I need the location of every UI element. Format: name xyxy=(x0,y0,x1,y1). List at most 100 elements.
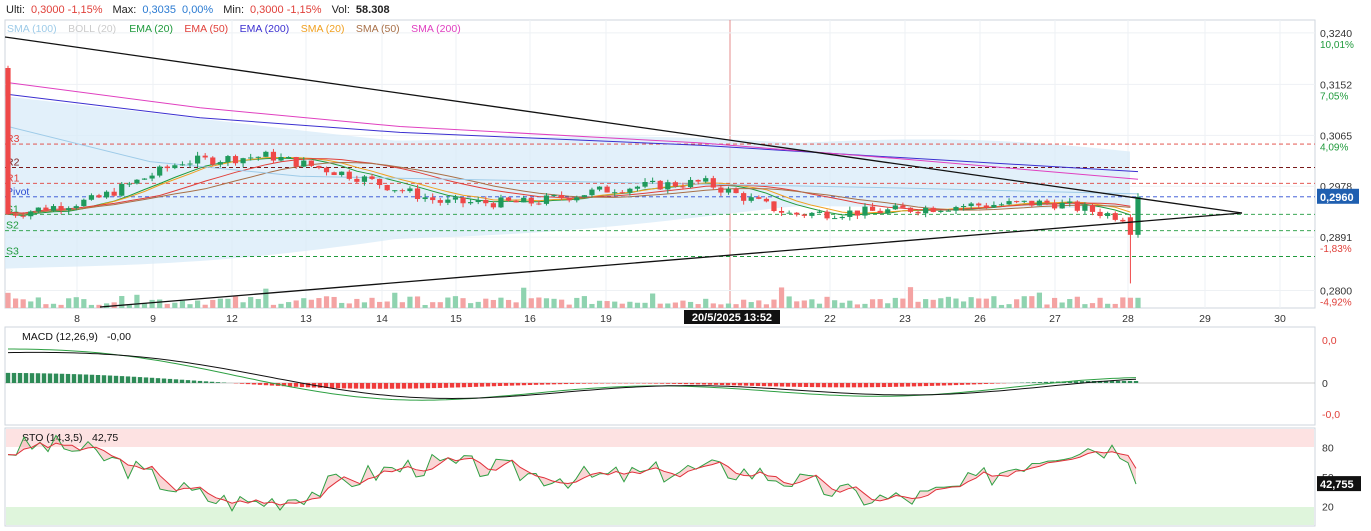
candle-body xyxy=(854,210,860,216)
volume-bar xyxy=(505,299,512,308)
crosshair-label: 20/5/2025 13:52 xyxy=(692,312,772,324)
stock-chart[interactable]: R3R2R1PivotS1S2S3 SMA (100) BOLL (20) EMA … xyxy=(0,0,1371,531)
macd-histogram-bar xyxy=(833,383,839,388)
volume-bar xyxy=(5,292,11,308)
candle-body xyxy=(50,206,57,211)
candle-body xyxy=(316,165,322,168)
candle-body xyxy=(824,211,830,219)
candle-body xyxy=(900,205,906,208)
volume-bar xyxy=(741,299,747,308)
volume-bar xyxy=(854,304,860,308)
volume-bar xyxy=(847,300,853,308)
volume-bar xyxy=(407,296,413,308)
volume-bar xyxy=(179,300,186,308)
candle-body xyxy=(1082,205,1088,211)
volume-bar xyxy=(1014,299,1020,308)
macd-histogram-bar xyxy=(1127,380,1133,383)
macd-histogram-bar xyxy=(185,380,191,383)
volume-bar xyxy=(718,304,724,308)
macd-histogram-bar xyxy=(713,383,719,385)
macd-histogram-bar xyxy=(695,383,701,385)
volume-bar xyxy=(483,298,489,308)
candle-body xyxy=(1044,200,1050,203)
volume-bar xyxy=(695,304,701,308)
candle-body xyxy=(263,151,269,157)
candle-body xyxy=(513,200,519,203)
macd-histogram-bar xyxy=(437,383,443,388)
macd-histogram-bar xyxy=(203,381,209,383)
volume-bar xyxy=(619,303,625,308)
legend-item: EMA (20) xyxy=(129,23,173,35)
pivot-label: S3 xyxy=(6,245,19,257)
candle-body xyxy=(877,210,883,214)
macd-histogram-bar xyxy=(539,383,545,385)
candle-body xyxy=(998,204,1005,206)
macd-histogram-bar xyxy=(509,383,515,386)
volume-bar xyxy=(786,296,792,308)
volume-bar xyxy=(687,301,694,308)
candle-body xyxy=(1120,219,1126,222)
macd-histogram-bar xyxy=(59,373,65,383)
macd-histogram-bar xyxy=(29,373,35,383)
macd-histogram-bar xyxy=(701,383,707,385)
macd-histogram-bar xyxy=(659,383,665,384)
volume-bar xyxy=(528,298,534,308)
volume-bar xyxy=(119,296,125,308)
macd-histogram-bar xyxy=(431,383,437,389)
candle-body xyxy=(960,206,967,208)
macd-histogram-bar xyxy=(5,372,11,383)
legend-item: SMA (200) xyxy=(411,23,461,35)
candle-body xyxy=(445,199,451,203)
pivot-label: S2 xyxy=(6,220,19,232)
macd-histogram-bar xyxy=(251,383,257,385)
volume-bar xyxy=(1074,296,1080,308)
current-price-label: 0,2960 xyxy=(1320,192,1354,204)
macd-histogram-bar xyxy=(665,383,671,384)
macd-histogram-bar xyxy=(497,383,503,387)
volume-bar xyxy=(498,297,504,308)
candle-body xyxy=(1021,200,1027,202)
volume-bar xyxy=(1135,297,1141,308)
candle-body xyxy=(604,186,610,193)
volume-bar xyxy=(725,303,732,308)
candle-body xyxy=(505,197,512,201)
macd-histogram-bar xyxy=(875,383,881,388)
candle-body xyxy=(1006,201,1012,205)
candle-body xyxy=(642,181,648,187)
macd-histogram-bar xyxy=(419,383,425,389)
volume-bar xyxy=(1029,296,1035,308)
candle-body xyxy=(634,186,641,189)
volume-bar xyxy=(187,304,193,308)
macd-histogram-bar xyxy=(95,374,101,383)
candle-body xyxy=(847,210,853,217)
macd-histogram-bar xyxy=(515,383,521,386)
volume-bar xyxy=(801,300,807,308)
candle-body xyxy=(756,197,762,199)
macd-histogram-bar xyxy=(347,383,353,389)
candle-body xyxy=(194,155,201,164)
candle-body xyxy=(794,212,800,215)
candle-body xyxy=(437,200,443,203)
volume-bar xyxy=(468,303,474,308)
macd-histogram-bar xyxy=(845,383,851,388)
candle-body xyxy=(43,207,49,211)
candle-body xyxy=(225,156,231,163)
candle-body xyxy=(839,216,845,219)
x-tick-label: 27 xyxy=(1049,313,1061,325)
macd-histogram-bar xyxy=(809,383,815,388)
macd-histogram-bar xyxy=(215,382,221,383)
candle-body xyxy=(627,188,633,193)
volume-bar xyxy=(361,302,368,308)
macd-histogram-bar xyxy=(17,372,23,383)
sto-axis-label: 80 xyxy=(1322,443,1334,455)
candle-body xyxy=(543,195,550,204)
macd-histogram-bar xyxy=(83,374,89,383)
candle-body xyxy=(164,166,170,169)
price-pct-label: 7,05% xyxy=(1320,91,1348,102)
volume-bar xyxy=(513,302,519,308)
volume-bar xyxy=(991,296,997,308)
macd-histogram-bar xyxy=(1115,380,1121,383)
volume-bar xyxy=(521,287,527,308)
candle-body xyxy=(619,192,625,194)
volume-bar xyxy=(581,296,587,308)
